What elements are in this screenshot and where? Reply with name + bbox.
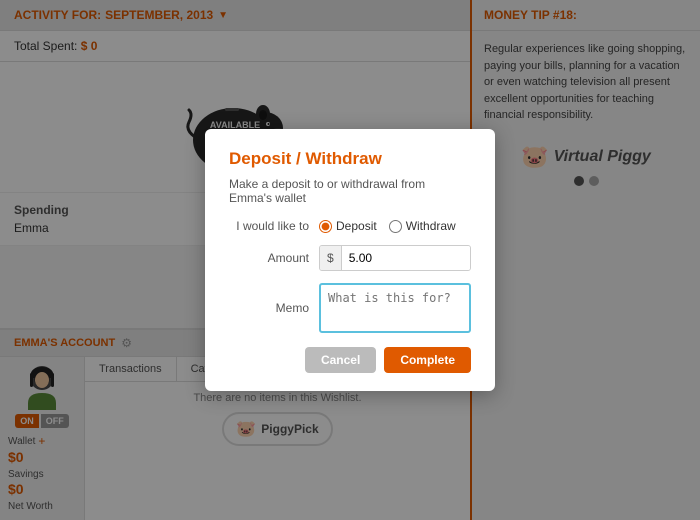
- withdraw-label: Withdraw: [406, 219, 456, 233]
- modal-amount-label: Amount: [229, 251, 319, 265]
- deposit-withdraw-modal: Deposit / Withdraw Make a deposit to or …: [205, 129, 495, 391]
- withdraw-radio[interactable]: [389, 220, 402, 233]
- cancel-button[interactable]: Cancel: [305, 347, 376, 373]
- radio-group: Deposit Withdraw: [319, 219, 456, 233]
- withdraw-radio-item[interactable]: Withdraw: [389, 219, 456, 233]
- complete-button[interactable]: Complete: [384, 347, 471, 373]
- modal-memo-label: Memo: [229, 301, 319, 315]
- deposit-label: Deposit: [336, 219, 377, 233]
- deposit-radio-item[interactable]: Deposit: [319, 219, 377, 233]
- modal-title: Deposit / Withdraw: [229, 149, 471, 169]
- modal-overlay[interactable]: Deposit / Withdraw Make a deposit to or …: [0, 0, 700, 520]
- main-layout: Activity For: September, 2013 ▼ Total Sp…: [0, 0, 700, 520]
- deposit-radio[interactable]: [319, 220, 332, 233]
- dollar-sign: $: [320, 246, 342, 270]
- modal-actions: Cancel Complete: [229, 347, 471, 373]
- modal-radio-row: I would like to Deposit Withdraw: [229, 219, 471, 233]
- amount-input[interactable]: [342, 246, 470, 270]
- modal-radio-label: I would like to: [229, 219, 319, 233]
- amount-input-wrap: $: [319, 245, 471, 271]
- modal-amount-row: Amount $: [229, 245, 471, 271]
- modal-memo-row: Memo: [229, 283, 471, 333]
- modal-description: Make a deposit to or withdrawal from Emm…: [229, 177, 471, 205]
- memo-textarea[interactable]: [319, 283, 471, 333]
